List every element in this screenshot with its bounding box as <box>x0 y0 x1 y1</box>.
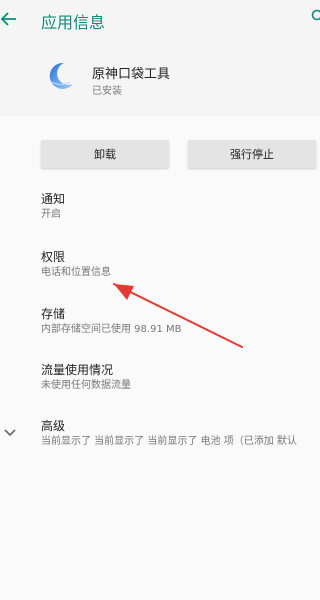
settings-item-subtitle: 未使用任何数据流量 <box>41 380 131 391</box>
settings-item-title: 流量使用情况 <box>41 363 114 377</box>
app-name: 原神口袋工具 <box>92 67 171 82</box>
settings-content: 卸载 强行停止 通知 开启 权限 电话和位置信息 存储 内部存储空间已使用 98… <box>0 116 320 600</box>
app-install-status: 已安装 <box>92 86 122 97</box>
settings-item-advanced[interactable]: 高级 当前显示了 当前显示了 当前显示了 电池 项（已添加 默认 <box>41 418 297 449</box>
arrow-left-icon[interactable] <box>0 10 18 28</box>
crescent-moon-app-icon <box>49 62 73 89</box>
settings-item-subtitle: 电话和位置信息 <box>41 267 111 278</box>
settings-item-permissions[interactable]: 权限 电话和位置信息 <box>41 249 111 280</box>
settings-item-data-usage[interactable]: 流量使用情况 未使用任何数据流量 <box>41 362 131 393</box>
search-icon[interactable] <box>310 9 320 25</box>
settings-item-title: 通知 <box>41 192 66 206</box>
settings-item-subtitle: 当前显示了 当前显示了 当前显示了 电池 项（已添加 默认 <box>41 436 297 447</box>
settings-item-title: 存储 <box>41 307 66 321</box>
settings-item-title: 权限 <box>41 250 66 264</box>
settings-item-title: 高级 <box>41 419 66 433</box>
uninstall-button[interactable]: 卸载 <box>41 140 169 168</box>
page-title: 应用信息 <box>41 13 106 32</box>
force-stop-button[interactable]: 强行停止 <box>188 140 316 168</box>
settings-item-storage[interactable]: 存储 内部存储空间已使用 98.91 MB <box>41 306 181 337</box>
settings-item-subtitle: 内部存储空间已使用 98.91 MB <box>41 324 182 335</box>
chevron-down-icon[interactable] <box>3 427 17 439</box>
app-header: 原神口袋工具 已安装 <box>0 40 320 116</box>
app-bar: 应用信息 <box>0 0 320 40</box>
settings-item-subtitle: 开启 <box>41 209 61 220</box>
settings-item-notifications[interactable]: 通知 开启 <box>41 191 65 222</box>
